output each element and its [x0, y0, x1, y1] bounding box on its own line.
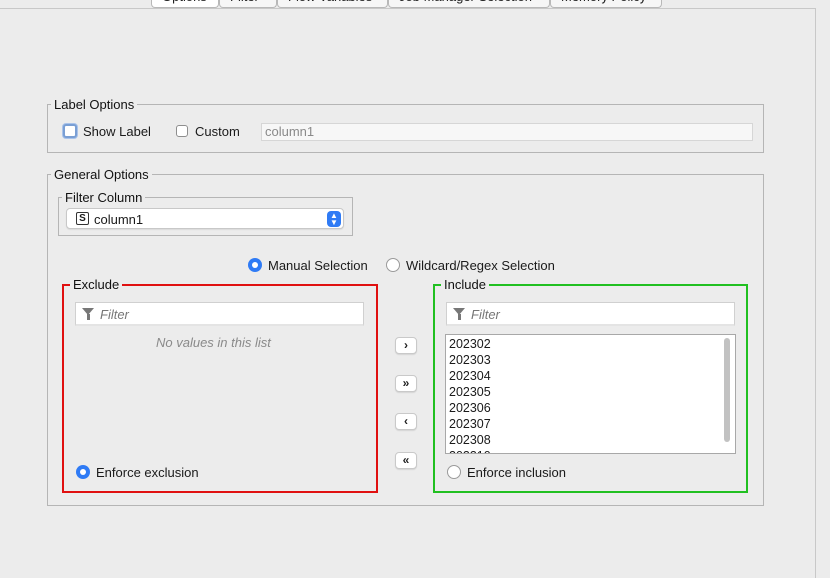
custom-checkbox[interactable]: [176, 125, 188, 137]
list-item[interactable]: 202308: [449, 432, 491, 448]
include-list-scrollbar[interactable]: [724, 338, 730, 442]
general-options-title: General Options: [51, 167, 152, 182]
wildcard-selection-radio[interactable]: [386, 258, 400, 272]
enforce-inclusion-label: Enforce inclusion: [467, 465, 566, 480]
filter-column-value: column1: [94, 212, 144, 227]
wildcard-selection-label: Wildcard/Regex Selection: [406, 258, 555, 273]
enforce-inclusion-radio[interactable]: [447, 465, 461, 479]
tab-options[interactable]: Options: [151, 0, 219, 8]
enforce-exclusion-label: Enforce exclusion: [96, 465, 199, 480]
exclude-filter-placeholder: Filter: [100, 307, 129, 322]
include-filter-input[interactable]: Filter: [446, 302, 735, 326]
list-item[interactable]: 202304: [449, 368, 491, 384]
enforce-exclusion-radio[interactable]: [76, 465, 90, 479]
filter-column-select[interactable]: S column1 ▲ ▼: [66, 208, 344, 229]
exclude-title: Exclude: [70, 277, 123, 292]
show-label-label: Show Label: [83, 124, 151, 139]
list-item[interactable]: 202305: [449, 384, 491, 400]
list-item[interactable]: 202307: [449, 416, 491, 432]
chevron-up-down-icon: ▲ ▼: [327, 211, 341, 227]
filter-column-title: Filter Column: [62, 190, 146, 205]
list-item[interactable]: 202303: [449, 352, 491, 368]
add-all-button[interactable]: »: [395, 375, 417, 392]
list-item[interactable]: 202302: [449, 336, 491, 352]
exclude-filter-input[interactable]: Filter: [75, 302, 364, 326]
exclude-empty-message: No values in this list: [156, 335, 271, 350]
custom-label-input[interactable]: column1: [261, 123, 753, 141]
remove-all-button[interactable]: «: [395, 452, 417, 469]
custom-label: Custom: [195, 124, 240, 139]
manual-selection-radio[interactable]: [248, 258, 262, 272]
tab-memory-policy[interactable]: Memory Policy: [550, 0, 662, 8]
include-filter-placeholder: Filter: [471, 307, 500, 322]
tab-flow-variables[interactable]: Flow Variables: [277, 0, 388, 8]
remove-button[interactable]: ‹: [395, 413, 417, 430]
include-title: Include: [441, 277, 489, 292]
list-item[interactable]: 202306: [449, 400, 491, 416]
tab-job-manager-selection[interactable]: Job Manager Selection: [388, 0, 550, 8]
tab-filter[interactable]: Filter: [219, 0, 277, 8]
manual-selection-label: Manual Selection: [268, 258, 368, 273]
include-list[interactable]: 202302 202303 202304 202305 202306 20230…: [445, 334, 736, 454]
add-button[interactable]: ›: [395, 337, 417, 354]
label-options-title: Label Options: [51, 97, 138, 112]
string-type-icon: S: [76, 212, 89, 225]
show-label-checkbox[interactable]: [63, 124, 77, 138]
list-item[interactable]: 202310: [449, 448, 491, 453]
